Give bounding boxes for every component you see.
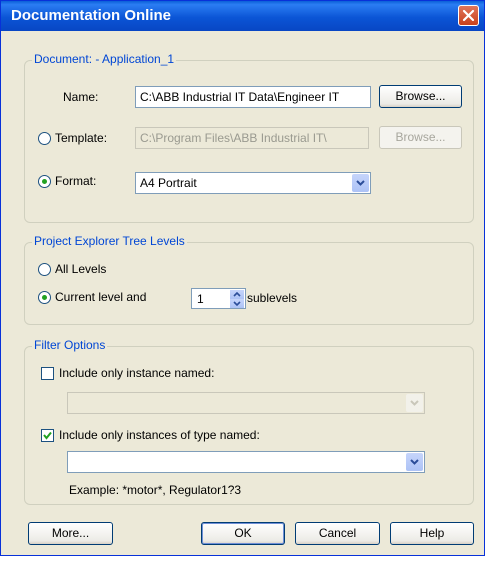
format-select[interactable]: A4 Portrait xyxy=(135,172,371,194)
document-group-legend: Document: - Application_1 xyxy=(32,52,177,66)
dropdown-arrow-icon xyxy=(410,400,419,406)
all-levels-radio[interactable] xyxy=(38,263,51,276)
browse-template-button: Browse... xyxy=(379,126,462,149)
type-named-select[interactable] xyxy=(67,451,425,473)
background-strip xyxy=(0,556,485,563)
format-radio[interactable] xyxy=(38,175,51,188)
sublevels-label: sublevels xyxy=(247,291,298,305)
type-dropdown-button[interactable] xyxy=(406,453,423,471)
instance-named-label: Include only instance named: xyxy=(59,366,215,380)
type-named-label: Include only instances of type named: xyxy=(59,428,260,442)
window-title: Documentation Online xyxy=(11,7,172,24)
spin-down-icon xyxy=(233,301,241,306)
browse-name-button[interactable]: Browse... xyxy=(379,85,462,108)
title-bar[interactable]: Documentation Online xyxy=(1,1,484,31)
dropdown-arrow-icon xyxy=(410,459,419,465)
cancel-button[interactable]: Cancel xyxy=(295,522,380,545)
all-levels-label: All Levels xyxy=(55,262,107,276)
filter-options-legend: Filter Options xyxy=(32,338,108,352)
instance-named-checkbox[interactable] xyxy=(41,367,54,380)
close-button[interactable] xyxy=(458,5,479,26)
name-label: Name: xyxy=(63,90,99,104)
instance-named-select xyxy=(67,392,425,414)
current-level-radio[interactable] xyxy=(38,291,51,304)
format-value: A4 Portrait xyxy=(140,176,197,190)
help-button[interactable]: Help xyxy=(390,522,474,545)
spin-up-button[interactable] xyxy=(230,290,244,299)
ok-button[interactable]: OK xyxy=(201,522,285,545)
checkmark-icon xyxy=(43,431,52,440)
tree-levels-legend: Project Explorer Tree Levels xyxy=(32,234,187,248)
example-text: Example: *motor*, Regulator1?3 xyxy=(69,483,242,497)
template-radio[interactable] xyxy=(38,132,51,145)
current-level-label: Current level and xyxy=(55,290,147,304)
format-dropdown-button[interactable] xyxy=(352,174,369,192)
radio-selected-dot xyxy=(42,295,47,300)
spin-up-icon xyxy=(233,292,241,297)
more-button[interactable]: More... xyxy=(28,522,113,545)
format-label: Format: xyxy=(55,174,97,188)
template-label: Template: xyxy=(55,131,108,145)
type-named-checkbox[interactable] xyxy=(41,429,54,442)
radio-selected-dot xyxy=(42,179,47,184)
tree-levels-group xyxy=(24,242,474,325)
close-icon xyxy=(462,9,475,22)
documentation-online-dialog: Documentation Online Document: - Applica… xyxy=(0,0,485,556)
sublevels-spinner[interactable]: 1 xyxy=(191,288,246,309)
spin-down-button[interactable] xyxy=(230,299,244,308)
instance-dropdown-button xyxy=(406,394,423,412)
dropdown-arrow-icon xyxy=(356,180,365,186)
sublevels-value: 1 xyxy=(197,292,204,306)
name-field[interactable]: C:\ABB Industrial IT Data\Engineer IT xyxy=(135,86,371,108)
template-field: C:\Program Files\ABB Industrial IT\ xyxy=(135,127,369,149)
